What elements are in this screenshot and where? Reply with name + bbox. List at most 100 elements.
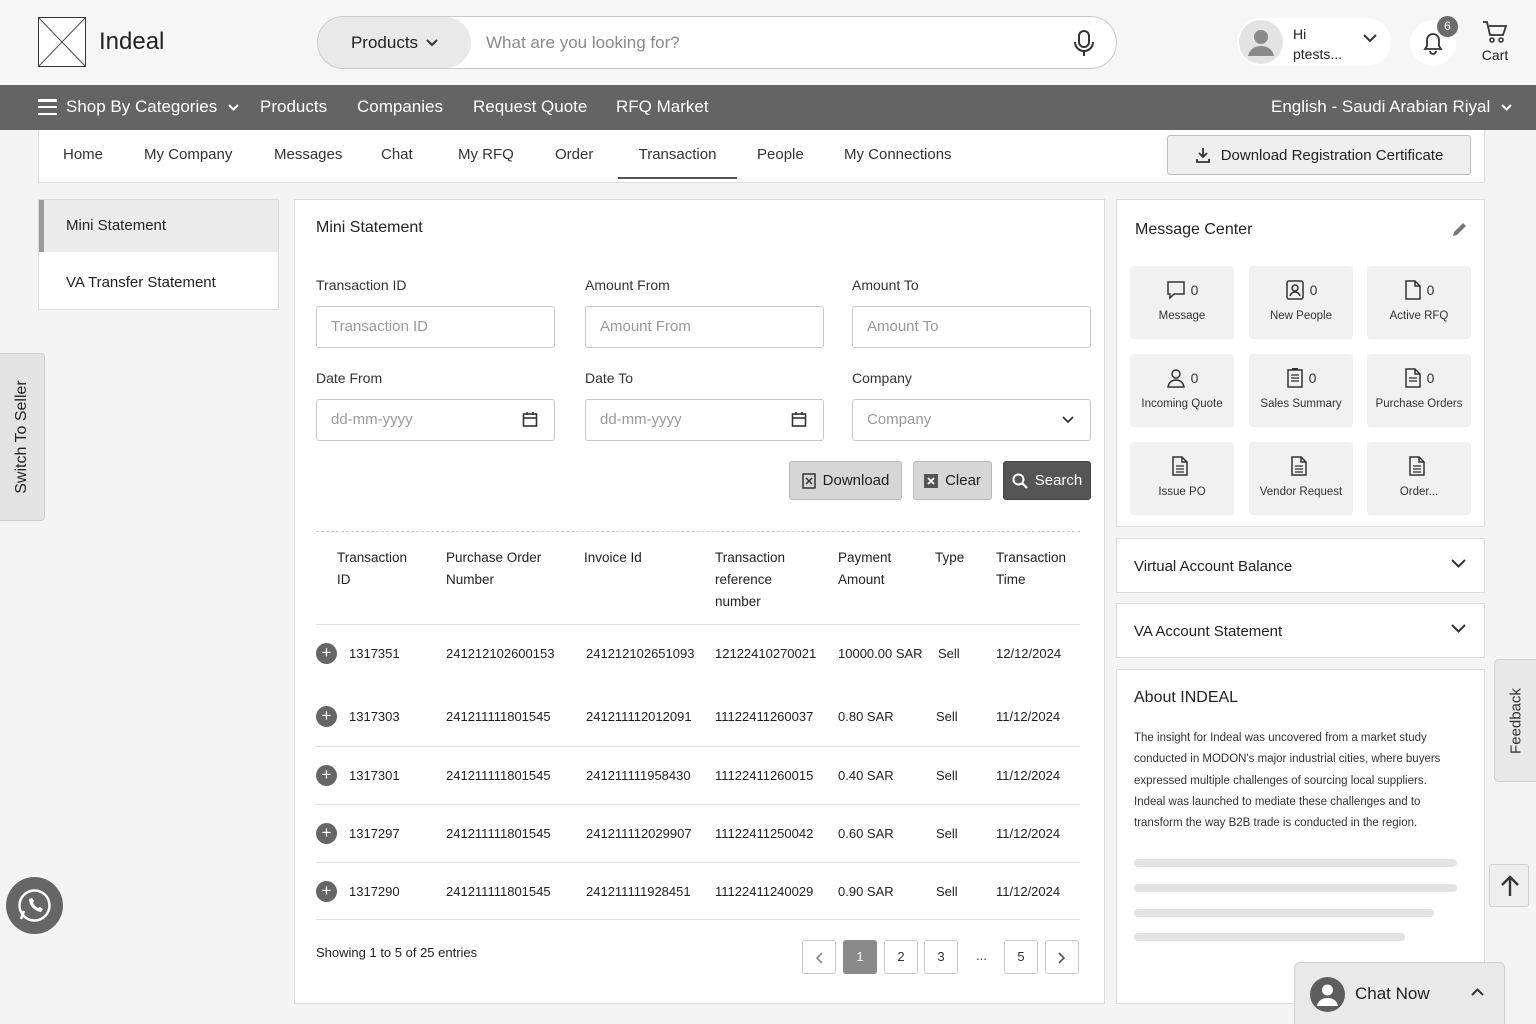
expand-row-icon[interactable]: +	[316, 765, 337, 786]
table-row[interactable]: + 1317301 241211111801545 24121111195843…	[316, 746, 1080, 804]
search-button[interactable]: Search	[1003, 461, 1091, 500]
cell-amount: 0.60 SAR	[838, 826, 894, 841]
company-select[interactable]: Company	[852, 399, 1091, 441]
about-line: The insight for Indeal was uncovered fro…	[1134, 732, 1427, 744]
tab-messages[interactable]: Messages	[274, 146, 342, 163]
tab-my-connections[interactable]: My Connections	[844, 146, 952, 163]
user-icon	[1166, 369, 1185, 388]
tile-purchase-orders[interactable]: 0 Purchase Orders	[1367, 354, 1471, 427]
accordion-label: VA Account Statement	[1134, 623, 1283, 640]
column-header[interactable]: Transaction ID	[337, 547, 407, 591]
tile-order[interactable]: Order...	[1367, 442, 1471, 515]
edit-icon[interactable]	[1450, 221, 1468, 239]
clear-button[interactable]: Clear	[913, 461, 992, 500]
table-row[interactable]: + 1317303 241211111801545 24121111201209…	[316, 688, 1080, 746]
shop-by-categories-menu[interactable]: Shop By Categories	[66, 97, 239, 117]
pagination-next[interactable]	[1045, 940, 1079, 974]
column-header[interactable]: Payment Amount	[838, 547, 891, 591]
tab-transaction[interactable]: Transaction	[618, 146, 737, 179]
pagination-page[interactable]: 1	[843, 940, 877, 974]
document-icon	[1404, 280, 1421, 300]
tile-new-people[interactable]: 0 New People	[1249, 266, 1353, 339]
brand-name[interactable]: Indeal	[99, 28, 164, 56]
tab-my-rfq[interactable]: My RFQ	[458, 146, 514, 163]
search-category-select[interactable]: Products	[318, 17, 471, 68]
tile-vendor-request[interactable]: Vendor Request	[1249, 442, 1353, 515]
scroll-to-top-button[interactable]	[1489, 864, 1529, 907]
microphone-icon[interactable]	[1073, 29, 1095, 57]
language-currency-select[interactable]: English - Saudi Arabian Riyal	[1271, 97, 1512, 117]
cell-time: 11/12/2024	[996, 826, 1061, 841]
hamburger-icon[interactable]	[38, 99, 57, 116]
column-header[interactable]: Purchase Order Number	[446, 547, 541, 591]
search-input[interactable]	[486, 17, 1046, 68]
calendar-icon[interactable]	[791, 411, 807, 428]
nav-products[interactable]: Products	[260, 97, 327, 117]
pagination-page[interactable]: 3	[924, 940, 958, 974]
side-item-mini-statement[interactable]: Mini Statement	[39, 200, 278, 252]
tile-issue-po[interactable]: Issue PO	[1130, 442, 1234, 515]
about-line: Indeal was launched to mediate these cha…	[1134, 795, 1421, 808]
side-item-va-transfer-statement[interactable]: VA Transfer Statement	[39, 257, 278, 309]
tile-incoming-quote[interactable]: 0 Incoming Quote	[1130, 354, 1234, 427]
cart-button[interactable]: Cart	[1478, 20, 1512, 63]
pagination-page[interactable]: 5	[1004, 940, 1038, 974]
header-line: Amount	[838, 572, 885, 587]
download-button[interactable]: Download	[789, 461, 902, 500]
tab-my-company[interactable]: My Company	[144, 146, 232, 163]
column-header[interactable]: Transaction reference number	[715, 547, 785, 613]
date-to-placeholder: dd-mm-yyyy	[600, 411, 682, 428]
download-certificate-button[interactable]: Download Registration Certificate	[1167, 135, 1471, 175]
message-icon	[1166, 281, 1185, 300]
expand-row-icon[interactable]: +	[316, 823, 337, 844]
tile-label: Purchase Orders	[1375, 398, 1463, 410]
cell-po-number: 241211111801545	[446, 884, 551, 899]
amount-to-input[interactable]: Amount To	[852, 306, 1091, 348]
chevron-down-icon	[1451, 624, 1466, 633]
expand-row-icon[interactable]: +	[316, 706, 337, 727]
tab-order[interactable]: Order	[555, 146, 593, 163]
tab-chat[interactable]: Chat	[381, 146, 413, 163]
cell-amount: 0.90 SAR	[838, 884, 894, 899]
chat-now-widget[interactable]: Chat Now	[1294, 962, 1505, 1024]
chat-now-label: Chat Now	[1355, 984, 1430, 1003]
table-row[interactable]: + 1317351 241212102600153 24121210265109…	[316, 624, 1080, 682]
pagination-prev[interactable]	[802, 940, 836, 974]
date-to-input[interactable]: dd-mm-yyyy	[585, 399, 824, 441]
column-header[interactable]: Transaction Time	[996, 547, 1066, 591]
tile-message[interactable]: 0 Message	[1130, 266, 1234, 339]
cell-transaction-id: 1317301	[349, 768, 400, 783]
logo-icon[interactable]	[38, 17, 86, 67]
cell-time: 11/12/2024	[996, 768, 1061, 783]
loading-placeholder	[1134, 909, 1434, 917]
pagination-ellipsis: ...	[976, 948, 987, 963]
date-from-input[interactable]: dd-mm-yyyy	[316, 399, 555, 441]
transaction-id-input[interactable]: Transaction ID	[316, 306, 555, 348]
user-menu[interactable]: Hi ptests...	[1237, 18, 1391, 66]
va-account-statement-accordion[interactable]: VA Account Statement	[1116, 603, 1485, 658]
feedback-tab[interactable]: Feedback	[1494, 659, 1536, 782]
amount-from-input[interactable]: Amount From	[585, 306, 824, 348]
chevron-down-icon	[1451, 559, 1466, 568]
calendar-icon[interactable]	[522, 411, 538, 428]
expand-row-icon[interactable]: +	[316, 643, 337, 664]
tab-people[interactable]: People	[757, 146, 804, 163]
switch-to-seller-button[interactable]: Switch To Seller	[0, 353, 45, 521]
tile-active-rfq[interactable]: 0 Active RFQ	[1367, 266, 1471, 339]
nav-rfq-market[interactable]: RFQ Market	[616, 97, 709, 117]
expand-row-icon[interactable]: +	[316, 881, 337, 902]
column-header[interactable]: Type	[935, 547, 964, 569]
column-header[interactable]: Invoice Id	[584, 547, 642, 569]
nav-companies[interactable]: Companies	[357, 97, 443, 117]
whatsapp-icon[interactable]	[6, 877, 63, 934]
company-label: Company	[852, 370, 912, 386]
table-row[interactable]: + 1317290 241211111801545 24121111192845…	[316, 862, 1080, 920]
tile-sales-summary[interactable]: 0 Sales Summary	[1249, 354, 1353, 427]
tab-home[interactable]: Home	[63, 146, 103, 163]
table-row[interactable]: + 1317297 241211111801545 24121111202990…	[316, 804, 1080, 862]
pagination-page[interactable]: 2	[884, 940, 918, 974]
account-tabs: Home My Company Messages Chat My RFQ Ord…	[38, 130, 1485, 183]
nav-request-quote[interactable]: Request Quote	[473, 97, 587, 117]
virtual-account-balance-accordion[interactable]: Virtual Account Balance	[1116, 538, 1485, 593]
switch-to-seller-label: Switch To Seller	[13, 380, 30, 494]
